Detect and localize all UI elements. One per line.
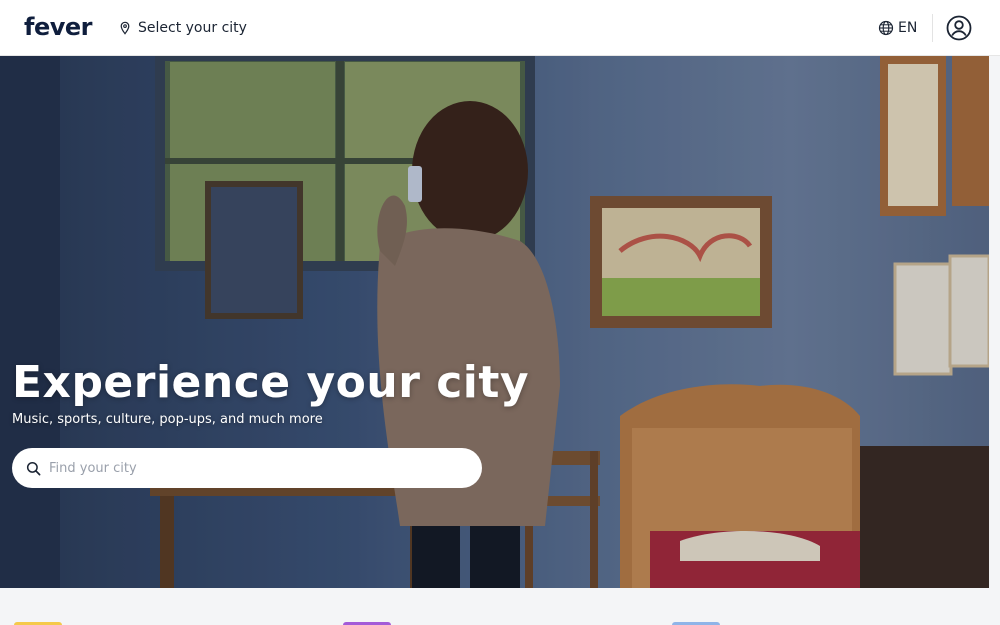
city-search-input[interactable] (49, 460, 449, 476)
language-label: EN (898, 20, 918, 36)
search-icon (26, 461, 41, 475)
location-pin-icon (120, 21, 130, 35)
user-account-icon[interactable] (946, 15, 972, 41)
language-selector[interactable]: EN (878, 16, 917, 40)
hero-background-image (0, 56, 989, 588)
fever-logo[interactable]: fever (24, 12, 92, 42)
top-nav-bar: fever Select your city EN (0, 0, 1000, 56)
globe-icon (878, 20, 894, 36)
hero-subtitle: Music, sports, culture, pop-ups, and muc… (12, 412, 323, 427)
select-city-button[interactable]: Select your city (118, 16, 247, 40)
category-section (0, 588, 1000, 625)
hero-banner: Experience your city Music, sports, cult… (0, 56, 989, 588)
city-search-box[interactable] (12, 448, 482, 488)
select-city-label: Select your city (138, 20, 247, 36)
header-divider (932, 14, 933, 42)
hero-title: Experience your city (12, 357, 530, 408)
